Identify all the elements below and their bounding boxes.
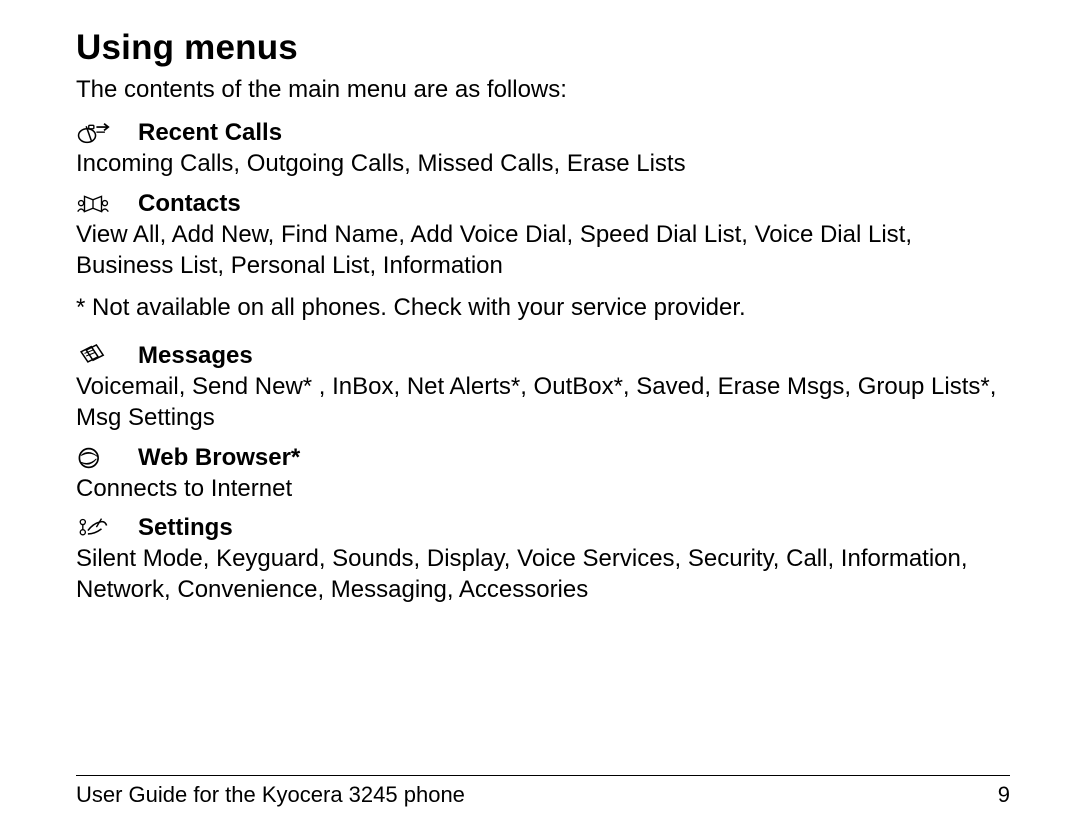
section-title: Contacts xyxy=(138,190,241,218)
phone-arrow-icon xyxy=(76,119,116,147)
footer-rule xyxy=(76,775,1010,776)
page-title: Using menus xyxy=(76,28,1010,68)
section-body: Voicemail, Send New* , InBox, Net Alerts… xyxy=(76,372,1010,433)
section-body: Connects to Internet xyxy=(76,474,1010,505)
section-title: Web Browser* xyxy=(138,444,300,472)
section-body: View All, Add New, Find Name, Add Voice … xyxy=(76,220,1010,281)
page: Using menus The contents of the main men… xyxy=(0,0,1080,834)
section-title: Settings xyxy=(138,514,233,542)
section-title: Recent Calls xyxy=(138,119,282,147)
section-web-browser: Web Browser* Connects to Internet xyxy=(76,444,1010,505)
footnote: * Not available on all phones. Check wit… xyxy=(76,293,1010,324)
globe-swoosh-icon xyxy=(76,444,116,472)
hand-tools-icon xyxy=(76,514,116,542)
section-body: Silent Mode, Keyguard, Sounds, Display, … xyxy=(76,544,1010,605)
section-messages: Messages Voicemail, Send New* , InBox, N… xyxy=(76,342,1010,433)
section-header: Messages xyxy=(76,342,1010,370)
section-settings: Settings Silent Mode, Keyguard, Sounds, … xyxy=(76,514,1010,605)
footer-row: User Guide for the Kyocera 3245 phone 9 xyxy=(76,782,1010,808)
section-recent-calls: Recent Calls Incoming Calls, Outgoing Ca… xyxy=(76,119,1010,180)
section-body: Incoming Calls, Outgoing Calls, Missed C… xyxy=(76,149,1010,180)
section-title: Messages xyxy=(138,342,253,370)
section-header: Contacts xyxy=(76,190,1010,218)
section-header: Web Browser* xyxy=(76,444,1010,472)
page-number: 9 xyxy=(998,782,1010,808)
intro-text: The contents of the main menu are as fol… xyxy=(76,74,1010,105)
section-header: Recent Calls xyxy=(76,119,1010,147)
section-contacts: Contacts View All, Add New, Find Name, A… xyxy=(76,190,1010,281)
page-footer: User Guide for the Kyocera 3245 phone 9 xyxy=(76,775,1010,808)
section-header: Settings xyxy=(76,514,1010,542)
footer-text: User Guide for the Kyocera 3245 phone xyxy=(76,782,465,808)
papers-icon xyxy=(76,342,116,370)
address-book-icon xyxy=(76,190,116,218)
